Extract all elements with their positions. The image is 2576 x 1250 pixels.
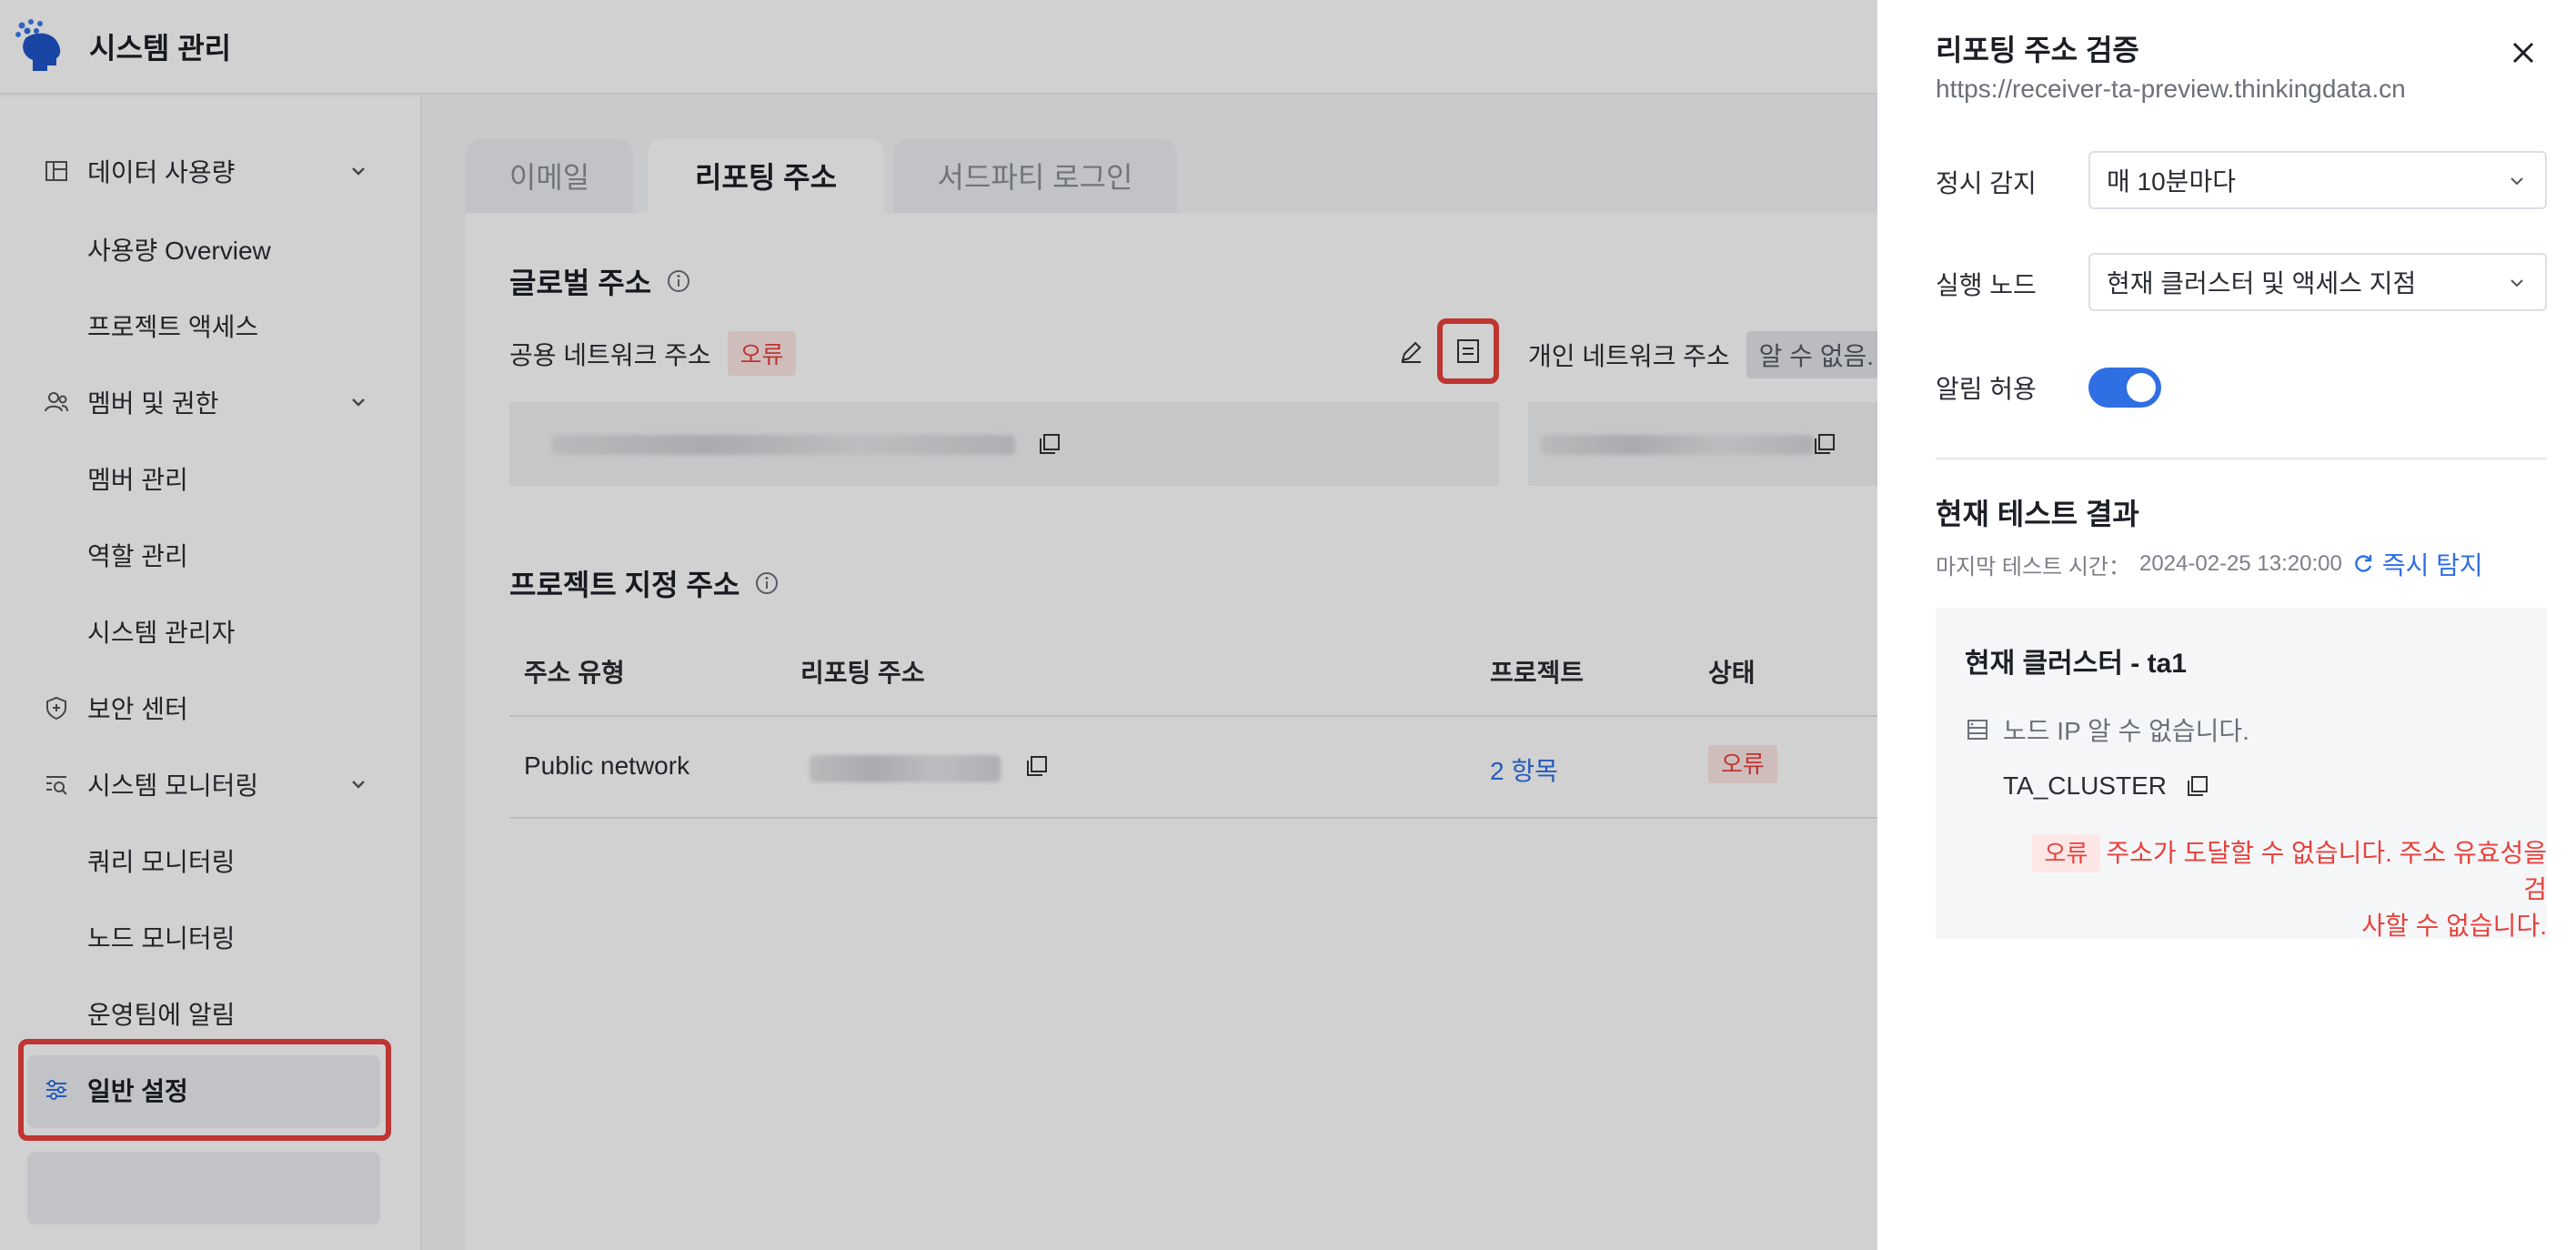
result-title: 현재 테스트 결과 — [1936, 498, 2139, 530]
select-value: 현재 클러스터 및 액세스 지점 — [2107, 269, 2417, 297]
schedule-label: 정시 감지 — [1936, 169, 2037, 197]
refresh-icon — [2355, 555, 2372, 572]
last-test-value: 2024-02-25 13:20:00 — [2138, 551, 2342, 576]
drawer-divider — [1936, 458, 2547, 459]
node-select[interactable]: 현재 클러스터 및 액세스 지점 — [2088, 253, 2547, 311]
cluster-name-row: TA_CLUSTER — [2003, 771, 2210, 801]
error-line-2: 사할 수 없습니다. — [2361, 912, 2547, 940]
error-message: 오류 주소가 도달할 수 없습니다. 주소 유효성을 검 사할 수 없습니다. — [2003, 834, 2547, 944]
verify-drawer: 리포팅 주소 검증 https://receiver-ta-preview.th… — [1877, 0, 2576, 1250]
modal-mask[interactable] — [0, 0, 1877, 1250]
copy-icon[interactable] — [2185, 773, 2210, 799]
detect-now-label: 즉시 탐지 — [2381, 551, 2483, 580]
last-test-label: 마지막 테스트 시간： — [1936, 554, 2130, 580]
drawer-url: https://receiver-ta-preview.thinkingdata… — [1936, 75, 2406, 103]
select-value: 매 10분마다 — [2107, 167, 2236, 196]
node-ip-text: 노드 IP 알 수 없습니다. — [2003, 717, 2249, 745]
chevron-down-icon — [2511, 177, 2523, 186]
last-test-time: 마지막 테스트 시간： 2024-02-25 13:20:00 즉시 탐지 — [1936, 546, 2483, 582]
drawer-title: 리포팅 주소 검증 — [1936, 34, 2139, 66]
alert-label: 알림 허용 — [1936, 375, 2037, 403]
node-label: 실행 노드 — [1936, 271, 2037, 299]
status-badge: 오류 — [2031, 834, 2101, 872]
node-ip-row: 노드 IP 알 수 없습니다. — [1965, 711, 2249, 748]
cluster-result-card: 현재 클러스터 - ta1 노드 IP 알 수 없습니다. TA_CLUSTER… — [1936, 608, 2547, 940]
close-icon[interactable] — [2507, 36, 2540, 69]
toggle-knob — [2127, 373, 2156, 402]
server-icon — [1967, 720, 1987, 740]
error-line-1: 주소가 도달할 수 없습니다. 주소 유효성을 검 — [2106, 839, 2547, 903]
detect-now-button[interactable]: 즉시 탐지 — [2351, 546, 2483, 582]
alert-toggle[interactable] — [2088, 368, 2161, 408]
cluster-title: 현재 클러스터 - ta1 — [1965, 649, 2187, 679]
chevron-down-icon — [2511, 279, 2523, 287]
cluster-name: TA_CLUSTER — [2003, 771, 2167, 800]
schedule-select[interactable]: 매 10분마다 — [2088, 151, 2547, 209]
